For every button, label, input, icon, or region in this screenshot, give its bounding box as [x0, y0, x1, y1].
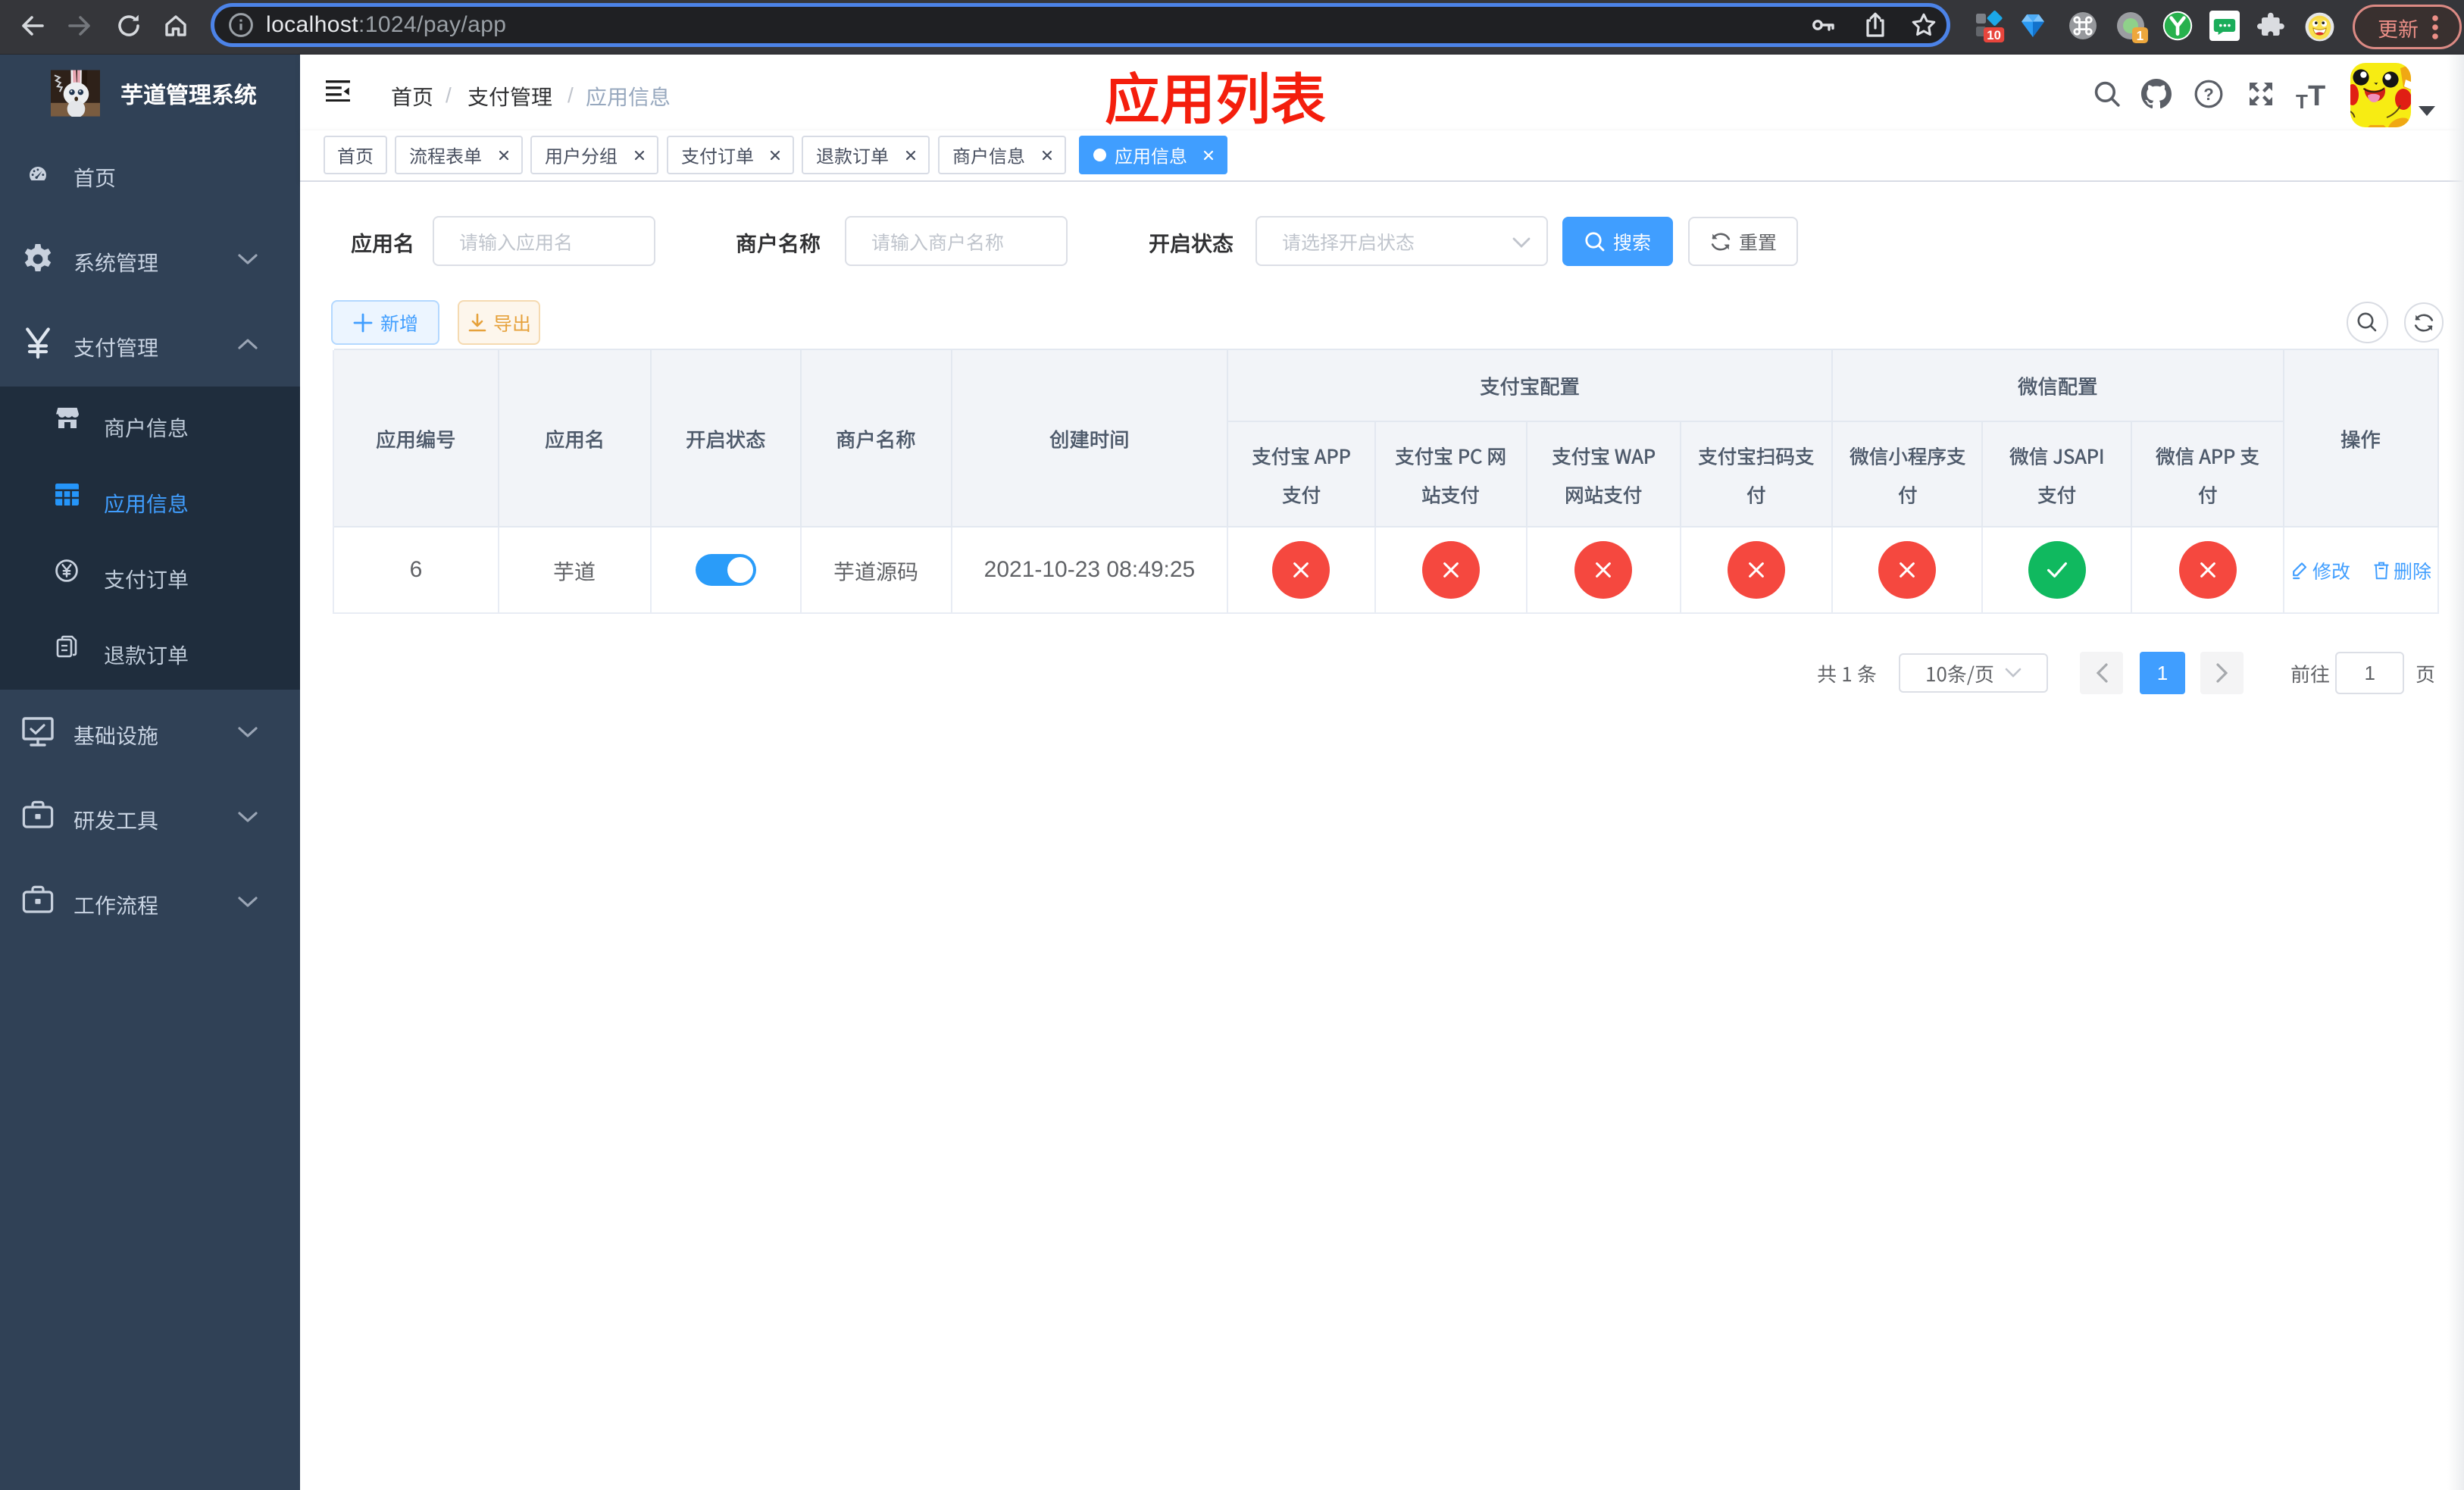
svg-text:1: 1 [2137, 28, 2144, 43]
svg-text:?: ? [2204, 85, 2214, 104]
svg-text:10: 10 [1987, 28, 2001, 42]
